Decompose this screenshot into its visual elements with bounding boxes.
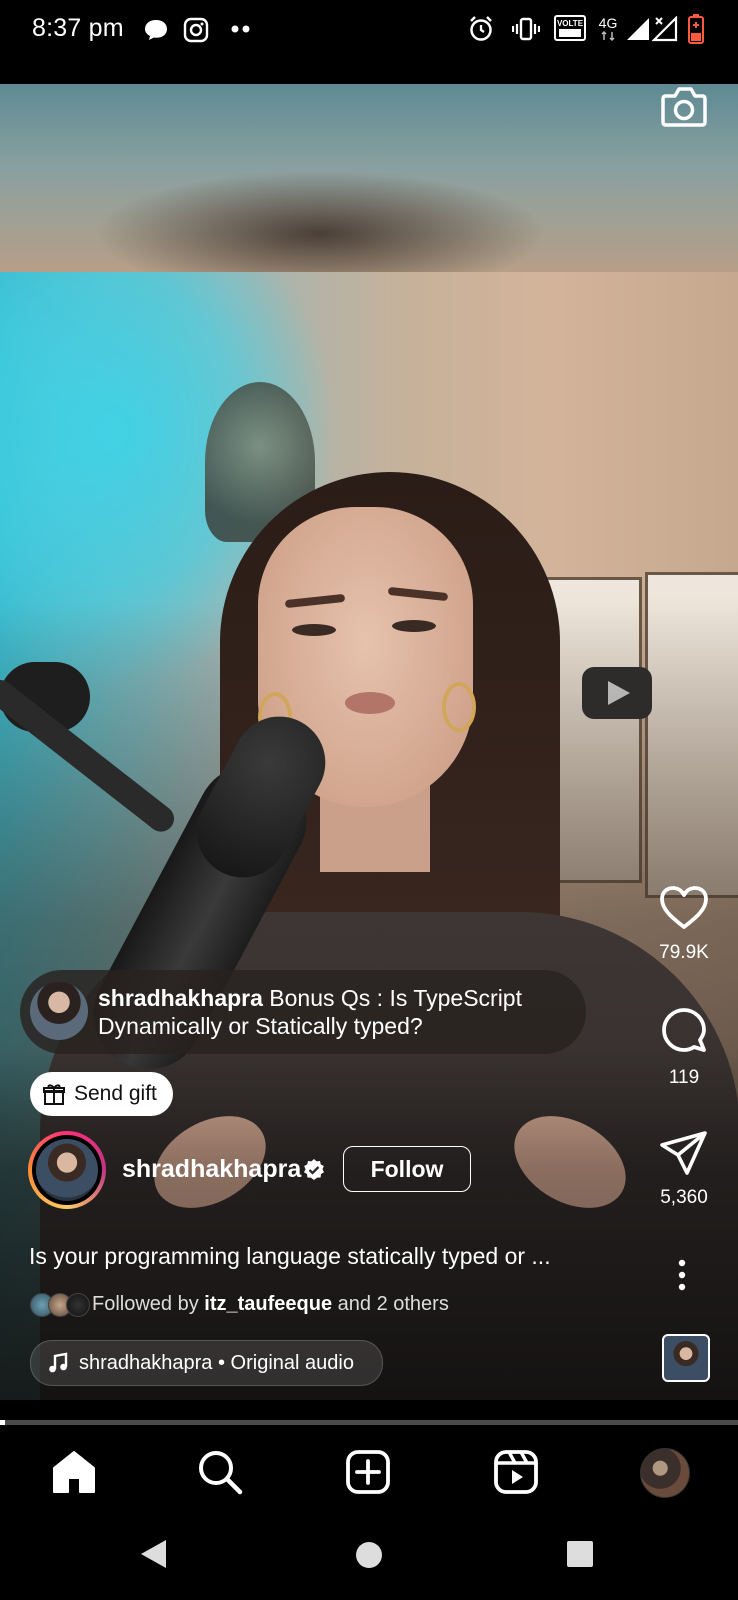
svg-text:VOLTE: VOLTE (557, 19, 584, 28)
reels-icon[interactable] (492, 1448, 540, 1496)
comment-icon[interactable] (659, 1006, 709, 1056)
follow-button[interactable]: Follow (343, 1146, 471, 1192)
home-icon[interactable] (50, 1448, 98, 1496)
avatar (30, 982, 88, 1040)
send-gift-button[interactable]: Send gift (30, 1072, 173, 1116)
send-icon[interactable] (659, 1130, 709, 1176)
music-note-icon (49, 1352, 68, 1373)
status-bar: 8:37 pm VOLTE 4G (0, 0, 738, 84)
instagram-icon (183, 17, 209, 43)
4g-icon: 4G (599, 15, 618, 42)
video-blur-band (0, 84, 738, 272)
camera-icon[interactable] (660, 84, 708, 128)
alarm-icon (470, 16, 492, 41)
like-action[interactable]: 79.9K (644, 885, 724, 964)
recents-icon[interactable] (566, 1540, 594, 1568)
share-count: 5,360 (660, 1187, 708, 1208)
bottom-navigation (0, 1428, 738, 1516)
reel-video[interactable] (0, 84, 738, 1400)
status-time: 8:37 pm (32, 14, 124, 42)
audio-label: shradhakhapra • Original audio (79, 1351, 354, 1374)
search-icon[interactable] (196, 1448, 244, 1496)
vibrate-icon (512, 17, 540, 41)
audio-thumbnail[interactable] (662, 1334, 710, 1382)
battery-low-icon (688, 14, 704, 44)
author-avatar[interactable] (28, 1131, 106, 1209)
volte-icon: VOLTE (554, 15, 586, 41)
signal-x-icon (652, 16, 678, 42)
author-username[interactable]: shradhakhapra (122, 1155, 301, 1184)
svg-text:4G: 4G (599, 15, 618, 31)
video-progress-bar[interactable] (0, 1420, 738, 1425)
signal-icon (627, 18, 649, 40)
like-count: 79.9K (659, 942, 709, 963)
caption-text: shradhakhapra Bonus Qs : Is TypeScript D… (98, 985, 522, 1039)
system-navigation (0, 1516, 738, 1600)
comment-action[interactable]: 119 (644, 1006, 724, 1089)
more-dots-icon (231, 25, 250, 33)
gift-icon (43, 1084, 65, 1105)
back-icon[interactable] (138, 1538, 168, 1570)
create-icon[interactable] (344, 1448, 392, 1496)
home-button-icon[interactable] (355, 1541, 383, 1569)
followed-by-avatars (30, 1293, 90, 1317)
followed-by-text[interactable]: Followed by itz_taufeeque and 2 others (92, 1293, 449, 1316)
heart-icon[interactable] (659, 885, 709, 931)
share-action[interactable]: 5,360 (644, 1130, 724, 1209)
send-gift-label: Send gift (74, 1082, 157, 1105)
more-options-icon[interactable] (677, 1258, 687, 1292)
comment-count: 119 (668, 1067, 700, 1088)
reel-description[interactable]: Is your programming language statically … (29, 1243, 551, 1270)
audio-pill[interactable]: shradhakhapra • Original audio (30, 1340, 383, 1386)
profile-avatar[interactable] (640, 1448, 690, 1498)
verified-badge-icon (304, 1159, 324, 1180)
chat-bubble-icon (145, 20, 167, 40)
caption-bubble[interactable]: shradhakhapra Bonus Qs : Is TypeScript D… (20, 970, 586, 1054)
